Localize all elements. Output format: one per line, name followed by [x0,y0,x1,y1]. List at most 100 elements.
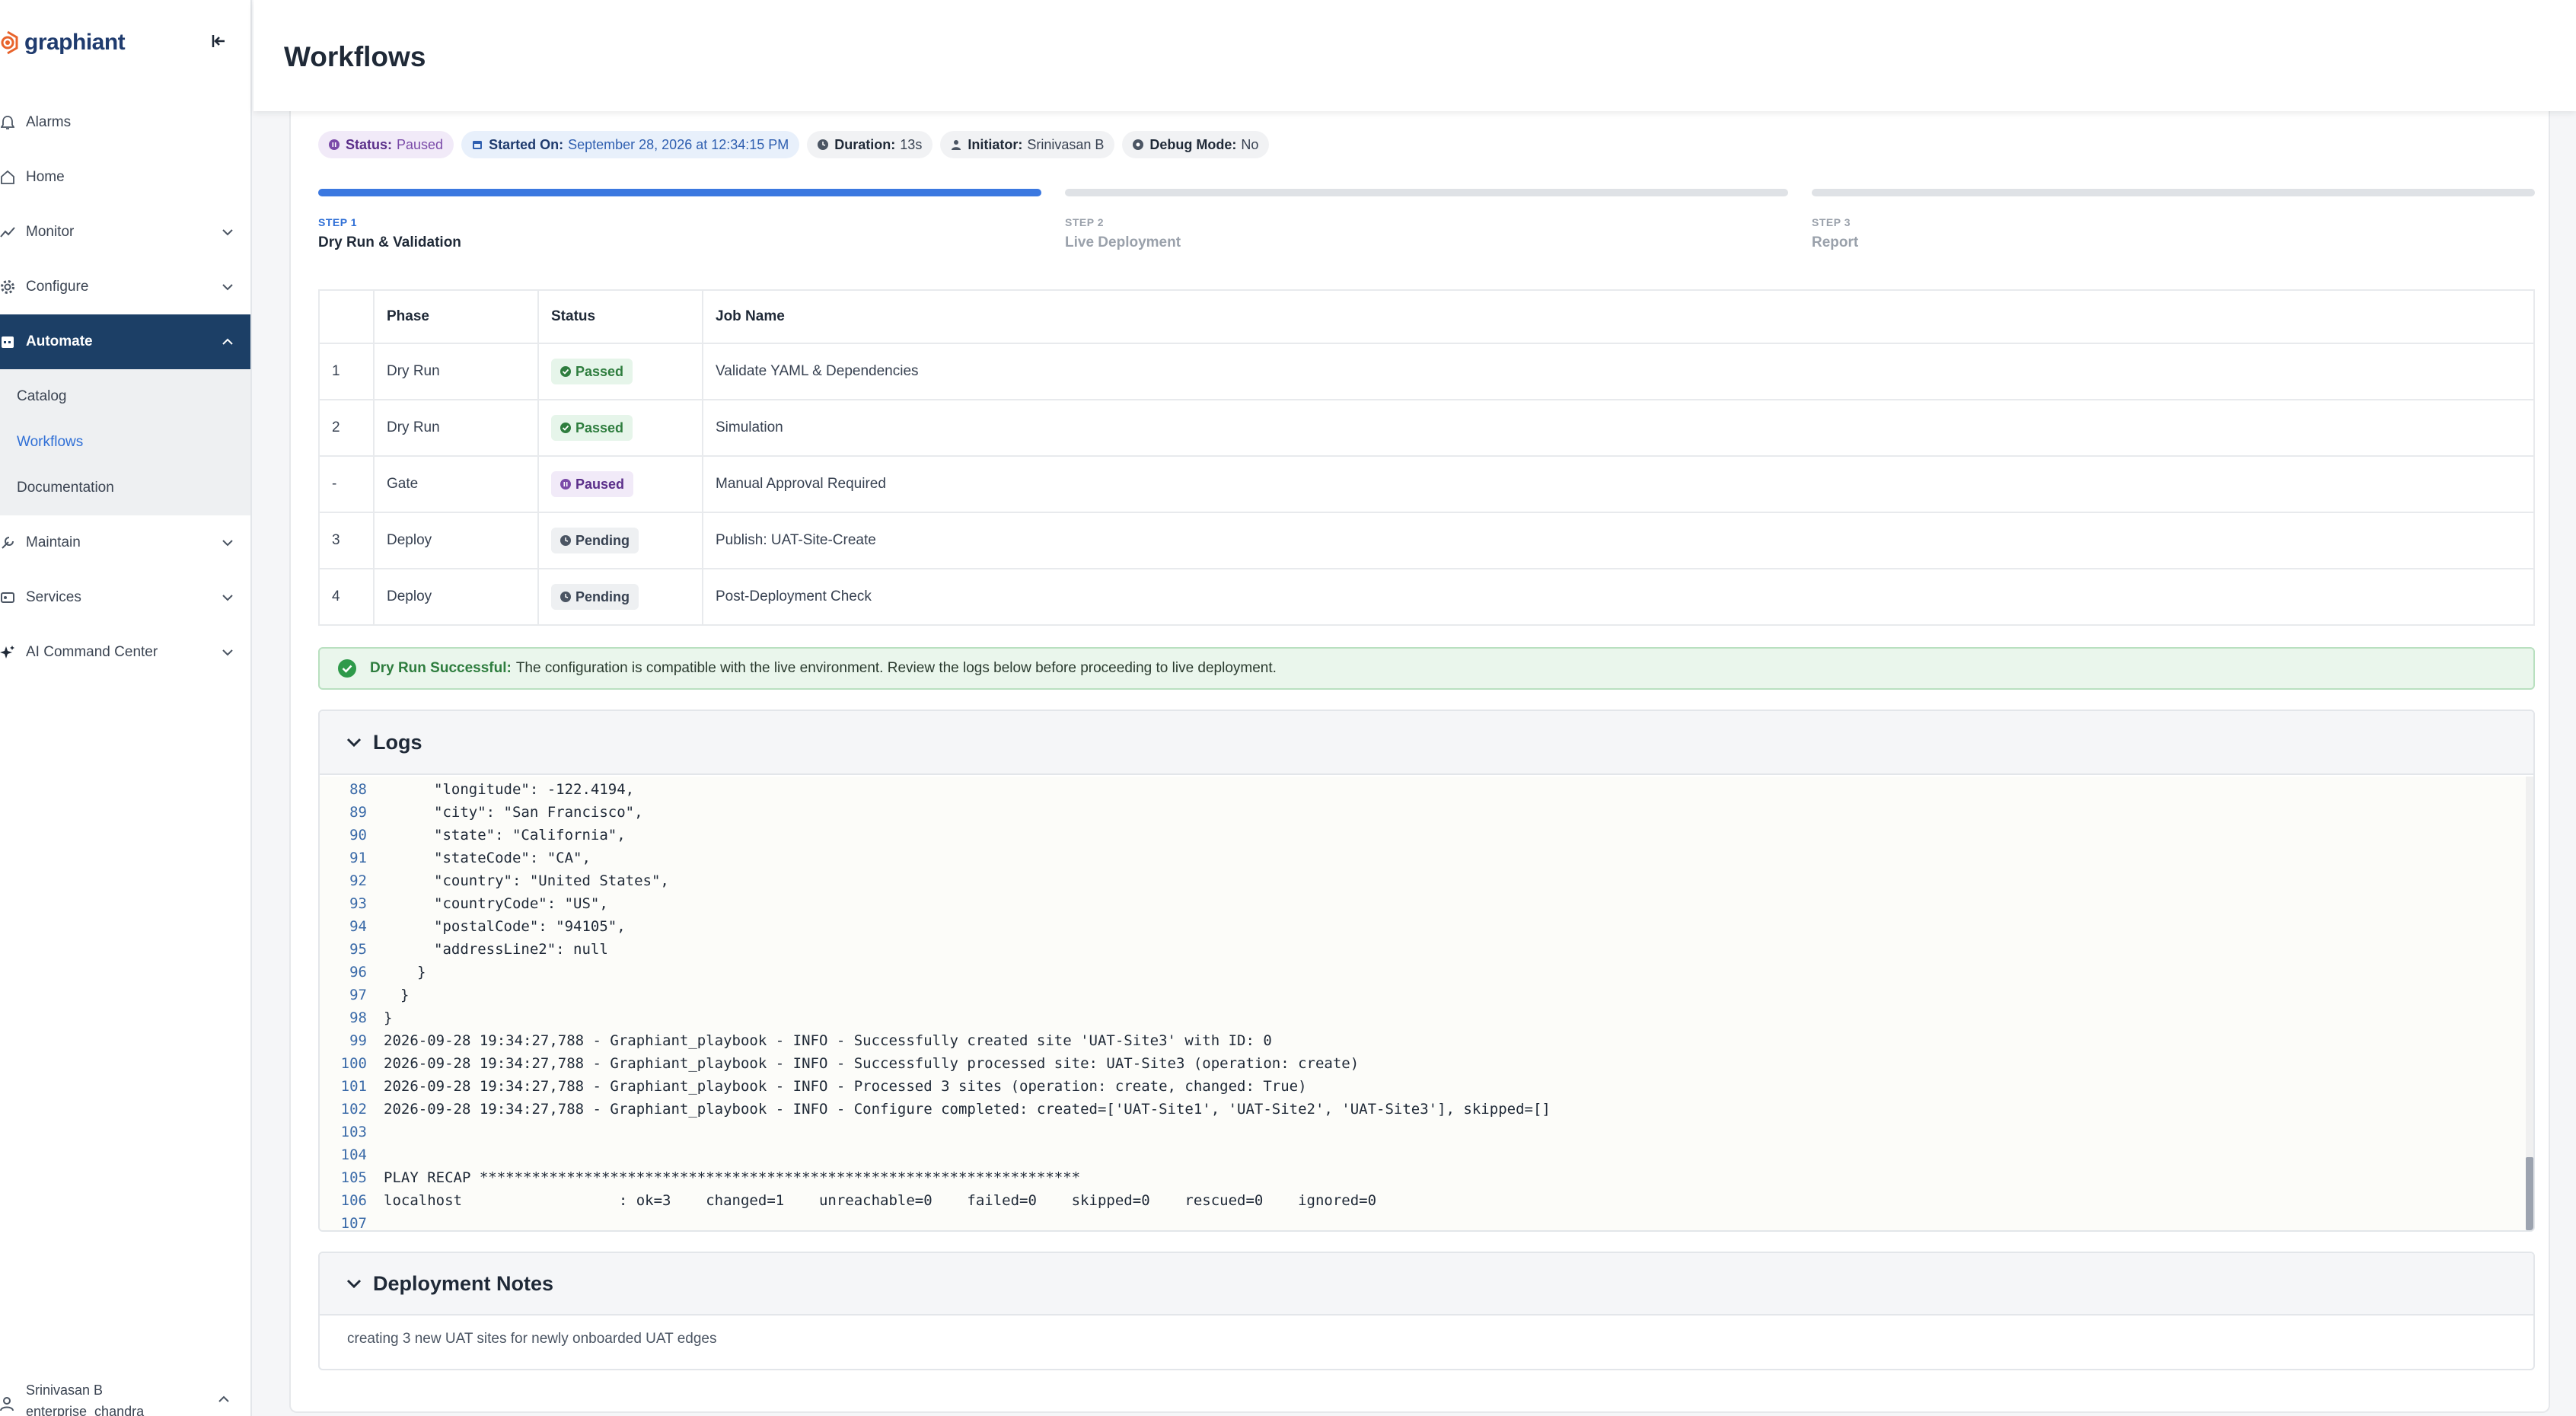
deployment-notes-toggle[interactable]: Deployment Notes [320,1253,2533,1316]
column-header-job-name: Job Name [702,289,2535,344]
table-row[interactable]: - Gate Paused Manual Approval Required [318,455,2535,513]
sidebar-item-label: AI Command Center [26,644,158,660]
log-line-text: 2026-09-28 19:34:27,788 - Graphiant_play… [384,1032,1272,1049]
status-badge: Pending [551,584,639,610]
row-index: 3 [318,512,375,569]
log-line-number: 94 [349,918,367,935]
step-progress-bar [318,189,1041,196]
row-status: Pending [537,512,703,569]
step-2[interactable]: STEP 2 Live Deployment [1065,189,1788,251]
user-name: Srinivasan B [26,1383,104,1398]
row-phase: Dry Run [373,343,539,400]
row-index: 2 [318,399,375,457]
table-header-row: Phase Status Job Name [318,289,2535,344]
log-line-number: 103 [340,1124,367,1140]
deployment-notes-text: creating 3 new UAT sites for newly onboa… [347,1331,717,1347]
log-line-number: 90 [349,827,367,844]
sidebar-item-label: Alarms [26,114,72,130]
logs-panel: Logs 88 "longitude": -122.4194, 89 "city": … [318,710,2535,1232]
table-row[interactable]: 4 Deploy Pending Post-Deployment Check [318,568,2535,626]
step-1[interactable]: STEP 1 Dry Run & Validation [318,189,1041,251]
step-number: STEP 1 [318,216,357,228]
sidebar-subitem-documentation[interactable]: Documentation [0,465,250,511]
debug-icon [1133,139,1144,150]
row-job-name: Simulation [702,399,2535,457]
brand-logo[interactable]: graphiant [0,26,126,59]
log-line-number: 91 [349,850,367,866]
step-3[interactable]: STEP 3 Report [1812,189,2535,251]
log-line: 107 [320,1212,2527,1230]
alert-title: Dry Run Successful: [370,660,512,676]
alert-text: The configuration is compatible with the… [515,660,1277,676]
row-phase: Deploy [373,568,539,626]
sidebar-item-maintain[interactable]: Maintain [0,515,250,570]
sidebar-item-automate[interactable]: Automate [0,314,250,369]
table-row[interactable]: 2 Dry Run Passed Simulation [318,399,2535,457]
user-icon [951,139,961,150]
sidebar-item-monitor[interactable]: Monitor [0,205,250,260]
logs-panel-toggle[interactable]: Logs [320,711,2533,775]
log-line-number: 101 [340,1078,367,1095]
status-text: Pending [575,588,630,604]
sidebar-item-alarms[interactable]: Alarms [0,95,250,150]
chevron-down-icon [222,279,234,295]
log-scrollbar-thumb[interactable] [2526,1157,2533,1230]
sidebar-item-services[interactable]: Services [0,570,250,625]
row-job-name: Validate YAML & Dependencies [702,343,2535,400]
sidebar-subitem-workflows[interactable]: Workflows [0,419,250,465]
log-line-number: 89 [349,804,367,821]
log-line-number: 96 [349,964,367,981]
sidebar-item-label: Maintain [26,534,81,550]
row-index: 4 [318,568,375,626]
log-line-text: PLAY RECAP *****************************… [384,1169,1081,1186]
log-line: 95 "addressLine2": null [320,938,2527,961]
table-row[interactable]: 3 Deploy Pending Publish: UAT-Site-Creat… [318,512,2535,569]
brand-name: graphiant [24,30,126,55]
calendar-icon [472,139,483,150]
sidebar-item-label: Services [26,589,81,605]
status-text: Pending [575,532,630,548]
sidebar-item-configure[interactable]: Configure [0,260,250,314]
log-line: 98} [320,1006,2527,1029]
log-viewer[interactable]: 88 "longitude": -122.4194, 89 "city": "San … [320,777,2527,1230]
log-line: 94 "postalCode": "94105", [320,915,2527,938]
row-index: 1 [318,343,375,400]
step-number: STEP 3 [1812,216,1851,228]
log-line-number: 92 [349,872,367,889]
row-index: - [318,455,375,513]
dry-run-success-alert: Dry Run Successful: The configuration is… [318,647,2535,690]
log-line-number: 105 [340,1169,367,1186]
sidebar-subitem-catalog[interactable]: Catalog [0,374,250,419]
log-line-text: "countryCode": "US", [434,895,608,912]
automate-submenu: Catalog Workflows Documentation [0,369,250,515]
logs-title: Logs [373,730,422,754]
row-phase: Gate [373,455,539,513]
deployment-notes-title: Deployment Notes [373,1271,554,1295]
sidebar-item-ai-command-center[interactable]: AI Command Center [0,625,250,680]
wrench-icon [0,535,15,550]
page-header: Workflows [253,0,2576,111]
chevron-up-icon [218,1393,230,1407]
step-name: Live Deployment [1065,234,1181,250]
table-row[interactable]: 1 Dry Run Passed Validate YAML & Depende… [318,343,2535,400]
status-badge: Pending [551,528,639,553]
log-line: 96} [320,961,2527,984]
log-line: 100 2026-09-28 19:34:27,788 - Graphiant_p… [320,1052,2527,1075]
started-label: Started On: [489,136,564,152]
sidebar-item-label: Automate [26,333,93,349]
calendar-icon [0,334,15,349]
collapse-sidebar-button[interactable] [207,29,231,53]
sparkle-icon [0,645,15,660]
step-progress-bar [1812,189,2535,196]
status-badge: Passed [551,415,633,441]
chevron-down-icon [346,1278,362,1289]
services-icon [0,590,15,605]
log-line-number: 88 [349,781,367,798]
log-line: 90 "state": "California", [320,824,2527,847]
log-line-text: "city": "San Francisco", [434,804,643,821]
log-line-text: "postalCode": "94105", [434,918,626,935]
sidebar-item-home[interactable]: Home [0,150,250,205]
log-line: 97} [320,984,2527,1006]
log-line: 103 [320,1121,2527,1143]
sidebar-nav: Alarms Home Monitor Configure Automate C… [0,95,250,680]
